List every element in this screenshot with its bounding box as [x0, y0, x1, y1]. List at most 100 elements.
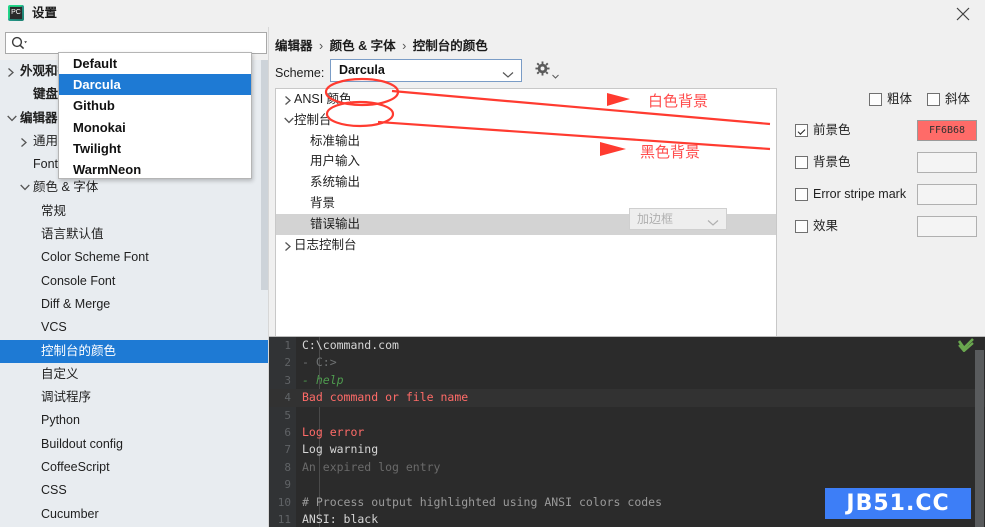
effects-color-swatch[interactable]: [917, 216, 977, 237]
sidebar-item-10[interactable]: Diff & Merge: [0, 293, 268, 316]
search-input[interactable]: [32, 33, 264, 53]
color-tree-item-7[interactable]: 日志控制台: [276, 235, 776, 256]
sidebar-item-label: 语言默认值: [41, 227, 104, 242]
preview-line-text: Bad command or file name: [302, 390, 469, 405]
sidebar-item-14[interactable]: 调试程序: [0, 386, 268, 409]
preview-line-text: - help: [302, 372, 344, 387]
sidebar-item-label: 常规: [41, 203, 67, 218]
scheme-dropdown[interactable]: Darcula: [330, 59, 522, 82]
preview-line-8: 8 An expired log entry: [269, 459, 985, 476]
preview-line-number: 6: [284, 425, 291, 439]
breadcrumb-part-2: 颜色 & 字体: [329, 39, 396, 53]
title-bar: PC 设置: [0, 0, 985, 27]
preview-line-6: 6 Log error: [269, 424, 985, 441]
scheme-settings-button[interactable]: [535, 61, 561, 79]
watermark: JB51.CC: [825, 488, 971, 519]
sidebar-item-19[interactable]: Cucumber: [0, 503, 268, 526]
scheme-option-1[interactable]: Darcula: [59, 74, 251, 96]
bold-checkbox[interactable]: [869, 93, 882, 106]
scheme-dropdown-popup[interactable]: Default Darcula Github Monokai Twilight WarmN…: [58, 52, 252, 179]
preview-line-4: 4 Bad command or file name: [269, 389, 985, 407]
preview-line-2: 2 - C:>: [269, 354, 985, 371]
preview-line-number: 3: [284, 373, 291, 387]
sidebar-item-11[interactable]: VCS: [0, 316, 268, 339]
chevron-down-icon[interactable]: [4, 107, 18, 130]
chevron-down-icon[interactable]: [17, 176, 31, 199]
color-tree-item-label: 日志控制台: [294, 237, 357, 252]
breadcrumb-separator-1: ›: [319, 39, 324, 53]
scheme-label: Scheme:: [275, 66, 325, 80]
color-tree-item-4[interactable]: 系统输出: [276, 172, 776, 193]
preview-line-number: 2: [284, 356, 291, 370]
error-stripe-checkbox[interactable]: [795, 188, 808, 201]
foreground-color-swatch[interactable]: FF6B68: [917, 120, 977, 141]
preview-line-text: - C:>: [302, 355, 337, 370]
green-check-icon: [957, 338, 974, 355]
watermark-text: JB51.CC: [846, 491, 950, 516]
error-stripe-color-swatch[interactable]: [917, 184, 977, 205]
chevron-right-icon[interactable]: [17, 130, 31, 153]
sidebar-item-13[interactable]: 自定义: [0, 363, 268, 386]
sidebar-item-9[interactable]: Console Font: [0, 270, 268, 293]
preview-line-number: 4: [284, 391, 291, 405]
scheme-option-2[interactable]: Github: [59, 95, 251, 116]
chevron-right-icon[interactable]: [4, 60, 18, 83]
scheme-option-0[interactable]: Default: [59, 53, 251, 74]
attributes-panel: 粗体 斜体 前景色 FF6B68 背景色 Error stripe mark 效…: [781, 88, 981, 288]
sidebar-item-6[interactable]: 常规: [0, 200, 268, 223]
preview-line-number: 9: [284, 478, 291, 492]
color-tree-item-2[interactable]: 标准输出: [276, 131, 776, 152]
effects-checkbox[interactable]: [795, 220, 808, 233]
sidebar-item-label: Console Font: [41, 273, 116, 288]
breadcrumb: 编辑器 › 颜色 & 字体 › 控制台的颜色: [275, 38, 488, 54]
effects-label: 效果: [813, 219, 839, 233]
pycharm-icon-glyph: PC: [9, 6, 23, 20]
sidebar-item-16[interactable]: Buildout config: [0, 433, 268, 456]
sidebar-item-7[interactable]: 语言默认值: [0, 223, 268, 246]
preview-line-number: 7: [284, 443, 291, 457]
foreground-checkbox[interactable]: [795, 124, 808, 137]
effect-type-value: 加边框: [637, 212, 674, 226]
sidebar-item-17[interactable]: CoffeeScript: [0, 456, 268, 479]
scheme-option-5[interactable]: WarmNeon: [59, 159, 251, 180]
dropdown-arrow-icon: [552, 68, 559, 82]
scheme-option-3[interactable]: Monokai: [59, 117, 251, 138]
sidebar-scrollbar[interactable]: [261, 60, 268, 290]
sidebar-item-18[interactable]: CSS: [0, 479, 268, 502]
preview-resize-grip[interactable]: [589, 330, 629, 339]
color-tree-item-label: 错误输出: [310, 216, 361, 231]
preview-line-5: 5: [269, 407, 985, 424]
color-tree-item-label: 背景: [310, 195, 336, 210]
sidebar-item-label: 调试程序: [41, 390, 92, 405]
sidebar-item-label: CSS: [41, 483, 67, 498]
sidebar-item-15[interactable]: Python: [0, 409, 268, 432]
search-box[interactable]: [5, 32, 267, 54]
close-icon[interactable]: [941, 0, 985, 27]
sidebar-item-8[interactable]: Color Scheme Font: [0, 246, 268, 269]
scheme-option-4[interactable]: Twilight: [59, 138, 251, 159]
preview-line-7: 7 Log warning: [269, 441, 985, 458]
bold-label: 粗体: [887, 92, 913, 106]
preview-line-number: 11: [277, 512, 291, 526]
italic-checkbox[interactable]: [927, 93, 940, 106]
color-tree-item-3[interactable]: 用户输入: [276, 151, 776, 172]
sidebar-item-label: Font: [33, 157, 59, 172]
color-tree-item-0[interactable]: ANSI 颜色: [276, 89, 776, 110]
pycharm-icon: PC: [8, 5, 24, 21]
color-tree-item-1[interactable]: 控制台: [276, 110, 776, 131]
sidebar-item-12[interactable]: 控制台的颜色: [0, 339, 268, 363]
background-checkbox[interactable]: [795, 156, 808, 169]
sidebar-item-label: Python: [41, 413, 80, 428]
sidebar-item-label: 控制台的颜色: [41, 343, 117, 358]
preview-line-1: 1 C:\command.com: [269, 337, 985, 354]
preview-scrollbar[interactable]: [975, 350, 984, 527]
preview-line-number: 1: [284, 339, 291, 352]
preview-line-number: 10: [277, 495, 291, 509]
background-color-swatch[interactable]: [917, 152, 977, 173]
sidebar-item-label: VCS: [41, 320, 67, 335]
scheme-value: Darcula: [339, 63, 385, 77]
effect-type-dropdown[interactable]: 加边框: [629, 208, 727, 230]
italic-label: 斜体: [945, 92, 971, 106]
color-tree-item-label: 用户输入: [310, 154, 361, 169]
breadcrumb-part-3: 控制台的颜色: [412, 39, 488, 53]
